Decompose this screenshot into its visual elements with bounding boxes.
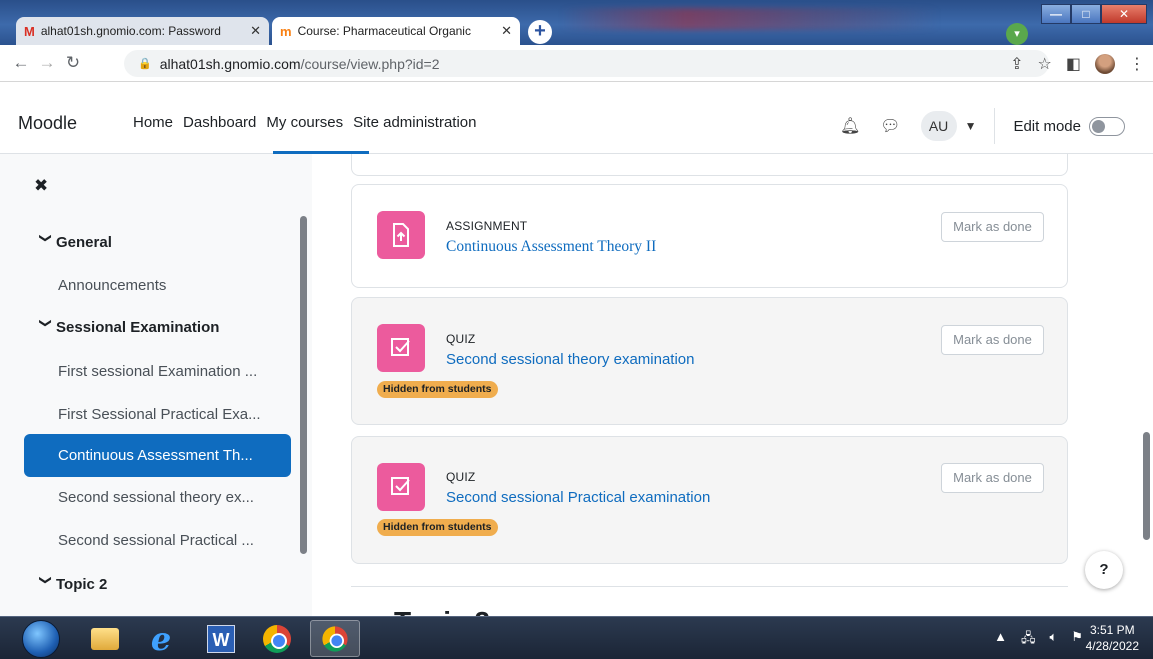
edit-mode-label: Edit mode [1013,117,1081,135]
quiz-icon[interactable] [377,463,425,511]
mark-as-done-button[interactable]: Mark as done [941,325,1044,355]
hidden-badge: Hidden from students [377,381,498,398]
section-title: Topic 2 [56,576,108,593]
reload-icon[interactable]: ↻ [60,53,86,73]
activity-type: QUIZ [446,470,476,484]
tab-title: Course: Pharmaceutical Organic [297,24,471,38]
blurred-background [560,8,940,30]
section-divider [351,586,1068,587]
lock-icon: 🔒 [138,58,152,70]
window-controls: — □ ✕ [1041,4,1147,24]
profile-avatar[interactable] [1095,54,1115,74]
activity-card-partial [351,154,1068,176]
google-chrome-icon[interactable] [252,620,302,657]
help-button[interactable]: ? [1085,551,1123,589]
chevron-down-icon[interactable]: ▼ [965,119,977,133]
section-general[interactable]: ❯ General [36,233,112,253]
close-drawer-icon[interactable]: ✖ [34,176,48,196]
tab-course[interactable]: m Course: Pharmaceutical Organic ✕ [272,17,520,45]
chevron-down-icon[interactable]: ❯ [39,233,53,253]
section-title: Sessional Examination [56,319,220,336]
edit-mode-toggle[interactable] [1089,116,1125,136]
chrome-profile-dropdown-icon[interactable]: ▾ [1006,23,1028,45]
new-tab-button[interactable]: + [528,20,552,44]
activity-link[interactable]: Second sessional Practical examination [446,489,710,506]
messages-icon[interactable]: 💬︎ [880,116,900,136]
course-index-item[interactable]: Second sessional Practical ... [58,532,254,549]
chevron-down-icon[interactable]: ❯ [39,318,53,338]
side-panel-icon[interactable]: ◧ [1066,54,1081,74]
windows-explorer-icon[interactable] [80,620,130,657]
section-heading: Topic 2 [394,606,490,616]
chevron-down-icon[interactable]: ❯ [39,575,53,595]
course-index-item[interactable]: Announcements [58,277,166,294]
assignment-icon[interactable] [377,211,425,259]
course-index-item-active[interactable]: Continuous Assessment Th... [24,434,291,477]
notification-bell-icon[interactable]: 🔔︎ [840,116,860,136]
tab-close-icon[interactable]: ✕ [501,23,512,39]
url-host: alhat01sh.gnomio.com [159,55,301,72]
url-path: /course/view.php?id=2 [300,55,440,72]
tab-gmail[interactable]: M alhat01sh.gnomio.com: Password ✕ [16,17,269,45]
primary-navigation: Home Dashboard My courses Site administr… [133,114,477,131]
quiz-icon[interactable] [377,324,425,372]
activity-link[interactable]: Continuous Assessment Theory II [446,238,656,256]
network-icon[interactable]: 🖧︎ [1021,629,1036,651]
activity-link[interactable]: Second sessional theory examination [446,351,694,368]
volume-muted-icon[interactable]: 🔈︎ [1050,629,1058,651]
course-index-drawer: ✖ ❯ General Announcements ❯ Sessional Exam… [0,154,312,616]
course-content: ASSIGNMENT Continuous Assessment Theory … [312,154,1153,616]
navbar-divider [994,108,996,144]
forward-arrow-icon[interactable]: → [34,53,60,73]
chrome-active-window-icon[interactable] [310,620,360,657]
mark-as-done-button[interactable]: Mark as done [941,212,1044,242]
tab-title: alhat01sh.gnomio.com: Password [40,24,221,38]
start-button[interactable] [22,620,60,658]
activity-type: QUIZ [446,332,476,346]
page-scrollbar[interactable] [1143,432,1150,540]
browser-tab-strip: M alhat01sh.gnomio.com: Password ✕ m Cou… [0,0,1153,45]
show-hidden-icons-icon[interactable]: ▲ [994,629,1007,651]
bookmark-star-icon[interactable]: ☆ [1038,54,1052,74]
close-window-button[interactable]: ✕ [1101,4,1147,24]
back-arrow-icon[interactable]: ← [8,53,34,73]
course-index-item[interactable]: First sessional Examination ... [58,363,257,380]
windows-taskbar: e W ▲ 🖧︎ 🔈︎ ⚑ 3:51 PM 4/28/2022 [0,616,1153,659]
user-avatar[interactable]: AU [920,111,957,141]
address-bar-row: ← → ↻ 🔒 alhat01sh.gnomio.com /course/vie… [0,45,1153,82]
internet-explorer-icon[interactable]: e [136,620,186,658]
activity-card: QUIZ Second sessional theory examination… [351,297,1068,425]
nav-site-administration[interactable]: Site administration [353,114,476,131]
nav-home[interactable]: Home [133,114,173,131]
course-index-item[interactable]: First Sessional Practical Exa... [58,406,261,423]
course-index-item[interactable]: Second sessional theory ex... [58,489,254,506]
menu-kebab-icon[interactable]: ⋮ [1129,54,1145,74]
system-tray: ▲ 🖧︎ 🔈︎ ⚑ [994,629,1083,651]
tab-close-icon[interactable]: ✕ [250,23,261,39]
microsoft-word-icon[interactable]: W [196,620,246,657]
nav-dashboard[interactable]: Dashboard [183,114,256,131]
moodle-navbar: Moodle Home Dashboard My courses Site ad… [0,82,1153,154]
moodle-tab-icon: m [280,23,292,39]
gmail-icon: M [24,23,35,39]
mark-as-done-button[interactable]: Mark as done [941,463,1044,493]
site-brand[interactable]: Moodle [18,113,77,134]
section-title: General [56,234,112,251]
action-center-flag-icon[interactable]: ⚑ [1071,629,1083,651]
clock-time: 3:51 PM [1089,623,1135,637]
section-topic-2[interactable]: ❯ Topic 2 [36,575,108,595]
system-clock[interactable]: 3:51 PM 4/28/2022 [1086,622,1139,654]
activity-type: ASSIGNMENT [446,219,528,233]
share-icon[interactable]: ⇪ [1010,54,1023,74]
url-field[interactable]: 🔒 alhat01sh.gnomio.com /course/view.php?… [124,50,1049,77]
activity-card: QUIZ Second sessional Practical examinat… [351,436,1068,564]
drawer-scrollbar[interactable] [300,216,307,554]
nav-my-courses[interactable]: My courses [266,114,343,131]
clock-date: 4/28/2022 [1085,639,1139,653]
hidden-badge: Hidden from students [377,519,498,536]
minimize-button[interactable]: — [1041,4,1071,24]
maximize-button[interactable]: □ [1071,4,1101,24]
section-sessional-examination[interactable]: ❯ Sessional Examination [36,318,220,338]
activity-card: ASSIGNMENT Continuous Assessment Theory … [351,184,1068,288]
